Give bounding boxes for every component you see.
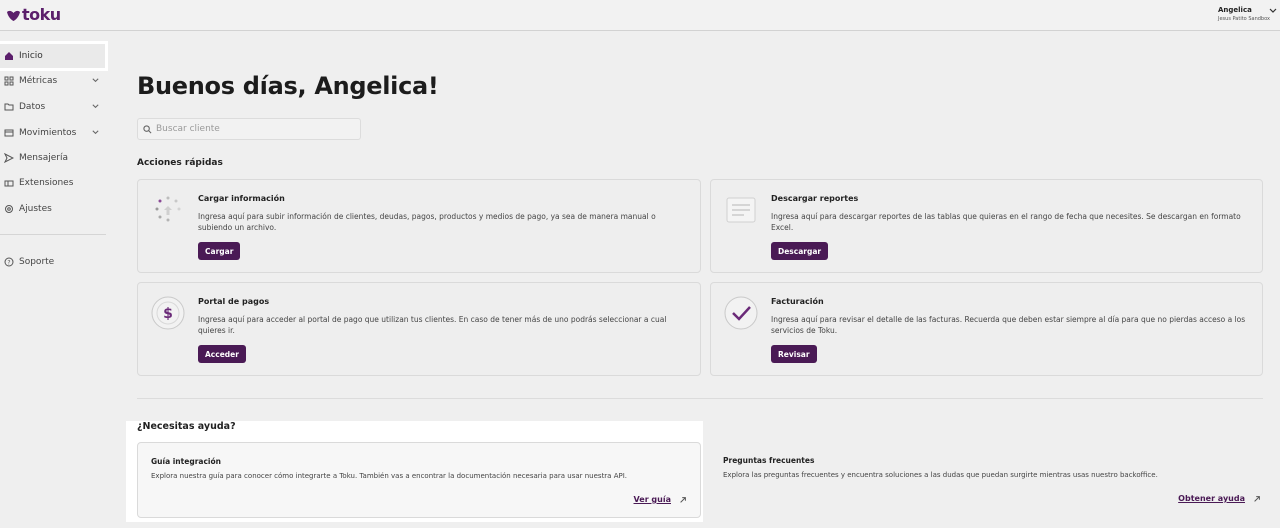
help-card-description: Explora las preguntas frecuentes y encue… xyxy=(723,471,1158,479)
sidebar: Inicio Métricas Datos Movimientos Mensaj… xyxy=(0,31,108,528)
sidebar-item-soporte[interactable]: ? Soporte xyxy=(0,250,105,274)
folder-icon xyxy=(4,103,14,111)
descargar-button[interactable]: Descargar xyxy=(771,242,829,260)
logo-text: toku xyxy=(22,5,61,24)
ver-guia-link[interactable]: Ver guía xyxy=(634,495,687,504)
report-document-icon xyxy=(726,197,756,223)
card-descargar-reportes: Descargar reportes Ingresa aquí para des… xyxy=(710,179,1263,273)
sidebar-item-mensajeria[interactable]: Mensajería xyxy=(0,146,105,170)
help-card-description: Explora nuestra guía para conocer cómo i… xyxy=(151,472,627,480)
help-section-title: ¿Necesitas ayuda? xyxy=(137,421,236,432)
send-icon xyxy=(4,153,14,163)
obtener-ayuda-link[interactable]: Obtener ayuda xyxy=(1178,494,1261,503)
sidebar-item-label: Ajustes xyxy=(19,204,52,214)
chevron-down-icon xyxy=(92,104,99,109)
card-icon xyxy=(4,129,14,137)
search-box[interactable] xyxy=(137,118,361,140)
grid-icon xyxy=(4,76,14,86)
sidebar-item-metricas[interactable]: Métricas xyxy=(0,69,105,93)
card-portal-de-pagos: $ Portal de pagos Ingresa aquí para acce… xyxy=(137,282,701,376)
sidebar-item-label: Movimientos xyxy=(19,128,77,138)
home-icon xyxy=(5,52,13,60)
acceder-button[interactable]: Acceder xyxy=(198,345,246,363)
sidebar-item-label: Extensiones xyxy=(19,178,74,188)
external-link-icon xyxy=(680,496,686,503)
sidebar-item-label: Inicio xyxy=(19,51,43,61)
sidebar-item-extensiones[interactable]: Extensiones xyxy=(0,171,105,195)
toku-bird-icon xyxy=(7,10,20,21)
quick-actions-title: Acciones rápidas xyxy=(137,158,223,168)
search-input[interactable] xyxy=(156,124,346,134)
card-title: Descargar reportes xyxy=(771,194,859,203)
svg-text:?: ? xyxy=(7,260,10,267)
top-bar: toku Angelica Jesus Patito Sandbox xyxy=(0,0,1280,31)
check-circle-icon xyxy=(724,296,758,330)
sidebar-item-label: Métricas xyxy=(19,76,58,86)
help-card-title: Preguntas frecuentes xyxy=(723,456,815,465)
help-card-guia: Guía integración Explora nuestra guía pa… xyxy=(137,442,701,518)
cargar-button[interactable]: Cargar xyxy=(198,242,241,260)
revisar-button[interactable]: Revisar xyxy=(771,345,817,363)
sidebar-item-movimientos[interactable]: Movimientos xyxy=(0,121,105,145)
help-card-preguntas: Preguntas frecuentes Explora las pregunt… xyxy=(710,442,1263,518)
chevron-down-icon xyxy=(1269,8,1277,13)
link-label: Ver guía xyxy=(633,495,671,504)
sidebar-item-datos[interactable]: Datos xyxy=(0,95,105,119)
user-menu[interactable]: Angelica Jesus Patito Sandbox xyxy=(1218,6,1278,23)
external-link-icon xyxy=(1254,495,1260,502)
card-cargar-informacion: Cargar información Ingresa aquí para sub… xyxy=(137,179,701,273)
sidebar-item-inicio[interactable]: Inicio xyxy=(0,44,105,68)
dollar-coin-icon: $ xyxy=(151,296,185,330)
card-description: Ingresa aquí para revisar el detalle de … xyxy=(771,315,1246,335)
card-description: Ingresa aquí para subir información de c… xyxy=(198,212,656,232)
chevron-down-icon xyxy=(92,78,99,83)
gear-icon xyxy=(5,205,13,213)
card-title: Facturación xyxy=(771,297,824,306)
link-label: Obtener ayuda xyxy=(1178,494,1245,503)
sidebar-divider xyxy=(0,234,106,235)
toku-logo[interactable]: toku xyxy=(6,7,61,23)
user-org: Jesus Patito Sandbox xyxy=(1218,16,1270,22)
card-description: Ingresa aquí para acceder al portal de p… xyxy=(198,315,667,335)
svg-text:$: $ xyxy=(163,306,173,322)
search-icon xyxy=(143,124,152,133)
card-title: Portal de pagos xyxy=(198,297,270,306)
page-title: Buenos días, Angelica! xyxy=(137,72,439,100)
card-title: Cargar información xyxy=(198,194,285,203)
help-icon: ? xyxy=(4,257,14,267)
sidebar-item-label: Soporte xyxy=(19,257,55,267)
chevron-down-icon xyxy=(92,130,99,135)
extension-icon xyxy=(4,180,14,187)
section-divider xyxy=(137,398,1263,399)
loading-dots-icon xyxy=(155,196,181,222)
card-description: Ingresa aquí para descargar reportes de … xyxy=(771,212,1241,232)
sidebar-item-ajustes[interactable]: Ajustes xyxy=(0,197,105,221)
card-facturacion: Facturación Ingresa aquí para revisar el… xyxy=(710,282,1263,376)
sidebar-item-label: Datos xyxy=(19,102,46,112)
help-card-title: Guía integración xyxy=(151,457,221,466)
sidebar-item-label: Mensajería xyxy=(19,153,68,163)
